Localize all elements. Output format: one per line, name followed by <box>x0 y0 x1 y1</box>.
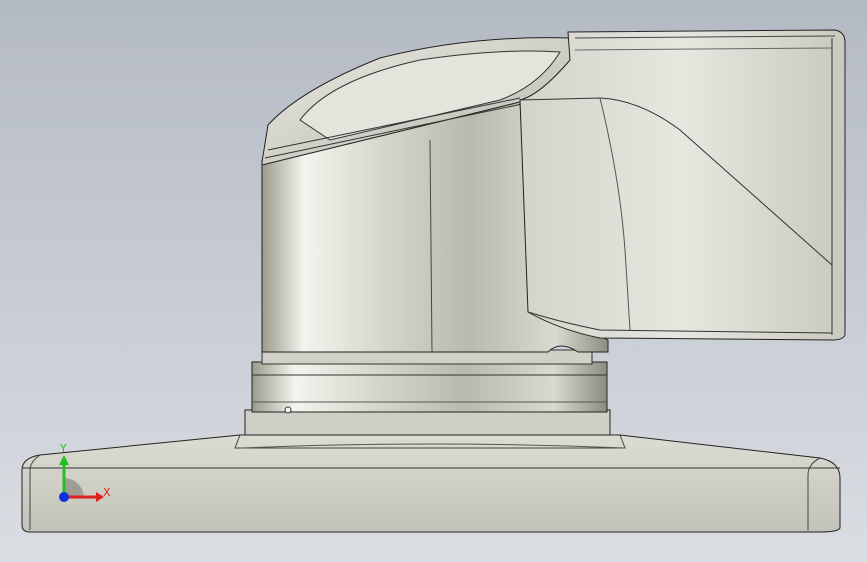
base-plate[interactable] <box>21 434 841 533</box>
cad-graphics-viewport[interactable]: X Y <box>0 0 867 562</box>
x-axis-label: X <box>103 486 111 499</box>
z-axis-dot <box>59 492 69 502</box>
cad-model-view[interactable]: X Y <box>0 0 867 562</box>
camera-head[interactable] <box>519 29 846 341</box>
y-axis-label: Y <box>59 442 67 455</box>
rotation-ring[interactable] <box>244 349 611 436</box>
